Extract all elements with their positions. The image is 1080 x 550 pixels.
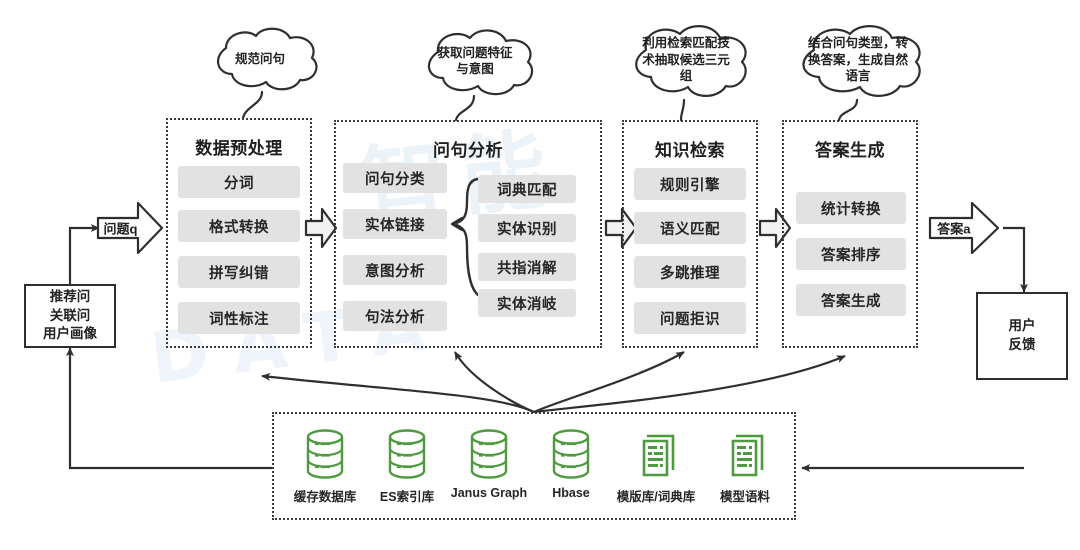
pill-yitufenxi[interactable]: 意图分析 [343,255,447,285]
data-source-2[interactable]: Janus Graph [446,426,532,500]
pill-wenjufenlei[interactable]: 问句分类 [343,163,447,193]
database-icon [446,426,532,482]
data-source-0-label: 缓存数据库 [293,490,357,504]
pill-shitixiaoqi[interactable]: 实体消岐 [478,289,576,317]
data-source-2-label: Janus Graph [450,486,528,500]
pill-dayanpaixu[interactable]: 答案排序 [796,238,906,270]
flow-arrow-1 [304,206,338,250]
data-source-0[interactable]: 缓存数据库 [282,426,368,505]
pill-jufafenxi[interactable]: 句法分析 [343,301,447,331]
input-arrow: 问题q [96,200,164,256]
pill-wentijushi[interactable]: 问题拒识 [634,302,746,334]
output-arrow: 答案a [928,200,1000,256]
pill-fenci[interactable]: 分词 [178,166,300,198]
data-source-1[interactable]: ES索引库 [364,426,450,505]
diagram-canvas: 智能 DATA 规范问句 获取问题特征 与意图 利用检索匹配技 术抽取候选三元 … [0,0,1080,550]
database-icon [528,426,614,482]
recommendation-box[interactable]: 推荐问 关联问 用户画像 [24,284,116,348]
data-source-4[interactable]: 模版库/词典库 [606,426,706,505]
callout-2-text: 获取问题特征 与意图 [437,45,513,77]
data-layer-container[interactable]: 缓存数据库 ES索引库 Janus Graph Hbase 模版库/词典库 模型… [272,412,796,520]
module-question-analysis-title: 问句分析 [433,141,503,160]
callout-4-text: 结合问句类型，转 换答案，生成自然 语言 [807,36,908,84]
pill-guizeyinqing[interactable]: 规则引擎 [634,168,746,200]
module-knowledge-retrieval-title: 知识检索 [655,141,725,160]
callout-3: 利用检索匹配技 术抽取候选三元 组 [618,20,754,104]
pill-gongzhixiaojie[interactable]: 共指消解 [478,253,576,281]
callout-1: 规范问句 [196,22,324,96]
data-source-4-label: 模版库/词典库 [616,490,696,504]
database-icon [282,426,368,482]
data-source-1-label: ES索引库 [379,490,435,504]
pill-shitishibie[interactable]: 实体识别 [478,214,576,242]
callout-3-text: 利用检索匹配技 术抽取候选三元 组 [642,36,730,84]
pill-cidianpipei[interactable]: 词典匹配 [478,175,576,203]
data-source-5[interactable]: 模型语料 [702,426,788,505]
callout-2: 获取问题特征 与意图 [408,24,542,102]
user-feedback-box[interactable]: 用户 反馈 [976,292,1068,380]
pill-tongjizhuanhuan[interactable]: 统计转换 [796,192,906,224]
callout-1-text: 规范问句 [234,51,285,66]
pill-shitilianjie[interactable]: 实体链接 [343,209,447,239]
pill-yuyipipei[interactable]: 语义匹配 [634,212,746,244]
data-source-3-label: Hbase [552,486,590,500]
pill-pinxiejiucuo[interactable]: 拼写纠错 [178,256,300,288]
pill-duotiaotuili[interactable]: 多跳推理 [634,256,746,288]
data-source-3[interactable]: Hbase [528,426,614,500]
brace-connector [448,176,480,298]
module-data-preprocess-title: 数据预处理 [195,139,283,158]
callout-4: 结合问句类型，转 换答案，生成自然 语言 [786,20,930,104]
module-answer-generation-title: 答案生成 [815,141,885,160]
database-icon [364,426,450,482]
pill-dayanshengcheng[interactable]: 答案生成 [796,284,906,316]
document-icon [702,426,788,482]
document-icon [606,426,706,482]
pill-geshizhuanhuan[interactable]: 格式转换 [178,210,300,242]
pill-cixingbiaozhu[interactable]: 词性标注 [178,302,300,334]
data-source-5-label: 模型语料 [719,490,770,504]
